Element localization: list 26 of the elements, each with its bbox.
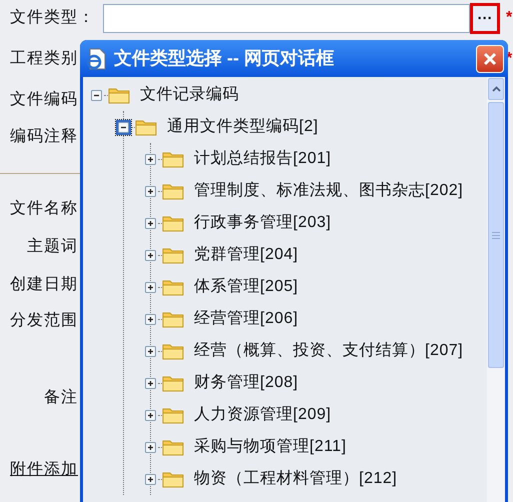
browse-button[interactable]: ··· (470, 2, 500, 34)
tree-item-label[interactable]: 物资（工程材料管理）[212] (194, 467, 398, 491)
field-label: 创建日期 (9, 274, 78, 295)
field-label: 编码注释 (9, 126, 78, 147)
tree-item-label[interactable]: 管理制度、标准法规、图书杂志[202] (194, 179, 464, 203)
tree-item-label[interactable]: 体系管理[205] (194, 275, 298, 299)
tree-item-label[interactable]: 计划总结报告[201] (194, 147, 332, 171)
attachment-link[interactable]: 附件添加 (0, 458, 78, 482)
field-label: 备注 (43, 388, 78, 408)
tree-item-label[interactable]: 人力资源管理[209] (194, 403, 332, 427)
dialog-title: 文件类型选择 -- 网页对话框 (114, 47, 334, 70)
tree-item-label[interactable]: 财务管理[208] (194, 371, 298, 395)
field-label: 文件编码 (9, 90, 78, 110)
tree-item-label[interactable]: 行政事务管理[203] (194, 211, 332, 235)
tree-item-label[interactable]: 党群管理[204] (194, 243, 298, 267)
tree-item-label[interactable]: 采购与物项管理[211] (194, 435, 346, 459)
field-label: 文件名称 (9, 198, 78, 219)
required-mark: * (506, 8, 512, 28)
field-label: 主题词 (26, 236, 78, 257)
tree-item-label[interactable]: 经营管理[206] (194, 307, 298, 331)
tree-item-label[interactable]: 经营（概算、投资、支付结算）[207] (194, 339, 464, 363)
tree-item-label[interactable]: 文件记录编码 (140, 83, 239, 107)
tree-item-label[interactable]: 通用文件类型编码[2] (167, 115, 318, 139)
field-label: 文件类型： (10, 8, 96, 28)
field-label: 分发范围 (9, 310, 78, 331)
field-label: 工程类别 (9, 48, 78, 69)
